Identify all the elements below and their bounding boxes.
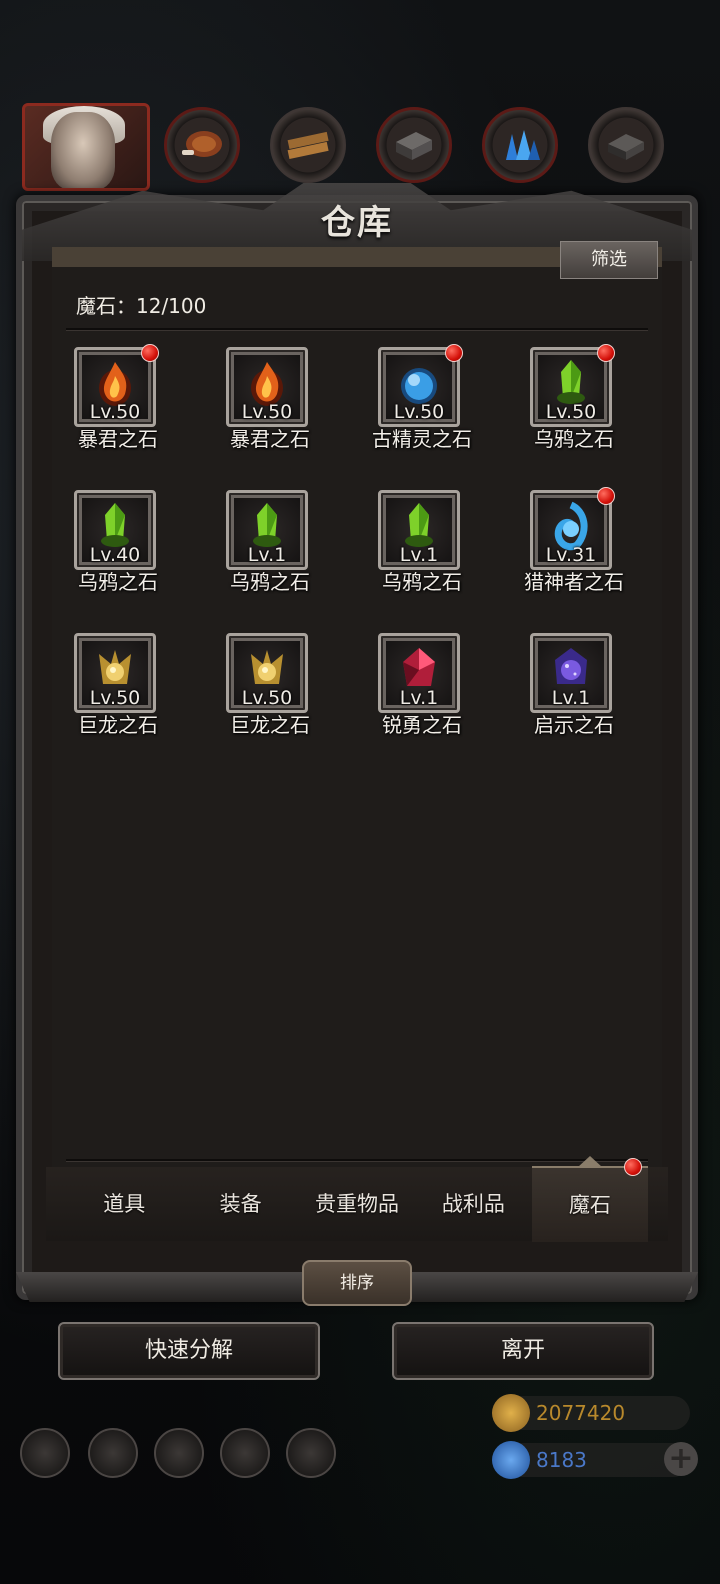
iron-icon[interactable] <box>376 107 452 183</box>
inventory-item[interactable]: Lv.50 巨龙之石 <box>194 633 346 763</box>
divider <box>66 1159 648 1161</box>
camera-icon[interactable] <box>286 1428 336 1478</box>
gem-currency-icon <box>492 1441 530 1479</box>
tab-3[interactable]: 战利品 <box>415 1167 531 1241</box>
tab-0[interactable]: 道具 <box>66 1167 182 1241</box>
item-slot[interactable]: Lv.50 <box>74 633 156 713</box>
item-level: Lv.40 <box>89 544 141 566</box>
inventory-item[interactable]: Lv.1 乌鸦之石 <box>194 490 346 620</box>
item-slot[interactable]: Lv.50 <box>74 344 159 427</box>
item-slot[interactable]: Lv.1 <box>530 633 612 713</box>
tab-label: 战利品 <box>441 1192 505 1216</box>
add-gems-button[interactable]: + <box>664 1442 698 1476</box>
new-badge <box>597 487 615 505</box>
new-badge <box>445 344 463 362</box>
shop-icon[interactable] <box>154 1428 204 1478</box>
new-badge <box>624 1158 643 1176</box>
item-level: Lv.1 <box>399 687 439 709</box>
inventory-item[interactable]: Lv.1 乌鸦之石 <box>346 490 498 620</box>
item-level: Lv.50 <box>241 687 293 709</box>
item-slot[interactable]: Lv.50 <box>226 633 308 713</box>
inventory-item[interactable]: Lv.50 巨龙之石 <box>42 633 194 763</box>
gem-display: 8183 <box>492 1441 690 1479</box>
tab-label: 贵重物品 <box>315 1192 400 1216</box>
divider <box>66 328 648 330</box>
tab-label: 道具 <box>103 1192 146 1216</box>
new-badge <box>141 344 159 362</box>
gem-amount: 8183 <box>536 1448 587 1472</box>
category-tabs: 道具 装备 贵重物品 战利品 魔石 <box>46 1158 668 1242</box>
stone-count-label: 魔石：12/100 <box>76 294 207 318</box>
item-slot[interactable]: Lv.31 <box>530 487 615 570</box>
inventory-item[interactable]: Lv.50 暴君之石 <box>194 347 346 477</box>
item-level: Lv.31 <box>545 544 597 566</box>
item-slot[interactable]: Lv.1 <box>378 633 460 713</box>
warehouse-panel: 仓库 筛选 魔石：12/100 Lv.50 暴君之石 Lv.50 暴君之石 Lv.50 古… <box>16 183 698 1302</box>
crystal-icon[interactable] <box>482 107 558 183</box>
item-slot[interactable]: Lv.1 <box>378 490 460 570</box>
item-level: Lv.1 <box>551 687 591 709</box>
inventory-item[interactable]: Lv.50 乌鸦之石 <box>498 344 650 477</box>
item-slot[interactable]: Lv.50 <box>530 344 615 427</box>
leave-button[interactable]: 离开 <box>392 1322 654 1380</box>
item-level: Lv.50 <box>393 401 445 423</box>
panel-title: 仓库 <box>321 203 393 243</box>
tab-label: 装备 <box>219 1192 262 1216</box>
wood-icon[interactable] <box>270 107 346 183</box>
item-level: Lv.1 <box>399 544 439 566</box>
item-name: 乌鸦之石 <box>534 427 614 451</box>
new-badge <box>597 344 615 362</box>
item-level: Lv.1 <box>247 544 287 566</box>
ore-icon[interactable] <box>588 107 664 183</box>
item-slot[interactable]: Lv.50 <box>226 347 308 427</box>
settings-icon[interactable] <box>20 1428 70 1478</box>
item-level: Lv.50 <box>89 687 141 709</box>
tab-1[interactable]: 装备 <box>182 1167 298 1241</box>
item-slot[interactable]: Lv.50 <box>378 344 463 427</box>
inventory-item[interactable]: Lv.40 乌鸦之石 <box>42 490 194 620</box>
badge-icon[interactable] <box>88 1428 138 1478</box>
inventory-item[interactable]: Lv.1 启示之石 <box>498 633 650 763</box>
filter-button[interactable]: 筛选 <box>560 241 658 279</box>
item-slot[interactable]: Lv.1 <box>226 490 308 570</box>
gold-display: 2077420 <box>492 1394 690 1432</box>
item-slot[interactable]: Lv.40 <box>74 490 156 570</box>
tab-4[interactable]: 魔石 <box>531 1158 649 1242</box>
item-level: Lv.50 <box>241 401 293 423</box>
inventory-item[interactable]: Lv.50 古精灵之石 <box>346 344 498 477</box>
avatar-face <box>51 112 115 188</box>
meat-icon[interactable] <box>164 107 240 183</box>
gold-coin-icon <box>492 1394 530 1432</box>
item-name: 猎神者之石 <box>524 570 624 594</box>
quick-decompose-button[interactable]: 快速分解 <box>58 1322 320 1380</box>
tab-label: 魔石 <box>568 1193 611 1217</box>
inventory-item[interactable]: Lv.31 猎神者之石 <box>498 487 650 620</box>
mail-icon[interactable] <box>220 1428 270 1478</box>
resource-tabs <box>22 103 702 193</box>
inventory-item[interactable]: Lv.50 暴君之石 <box>42 344 194 477</box>
gold-amount: 2077420 <box>536 1401 626 1425</box>
inventory-item[interactable]: Lv.1 锐勇之石 <box>346 633 498 763</box>
avatar[interactable] <box>22 103 150 191</box>
tab-2[interactable]: 贵重物品 <box>299 1167 415 1241</box>
sort-button[interactable]: 排序 <box>302 1260 412 1306</box>
item-level: Lv.50 <box>89 401 141 423</box>
item-level: Lv.50 <box>545 401 597 423</box>
item-name: 启示之石 <box>534 713 614 737</box>
